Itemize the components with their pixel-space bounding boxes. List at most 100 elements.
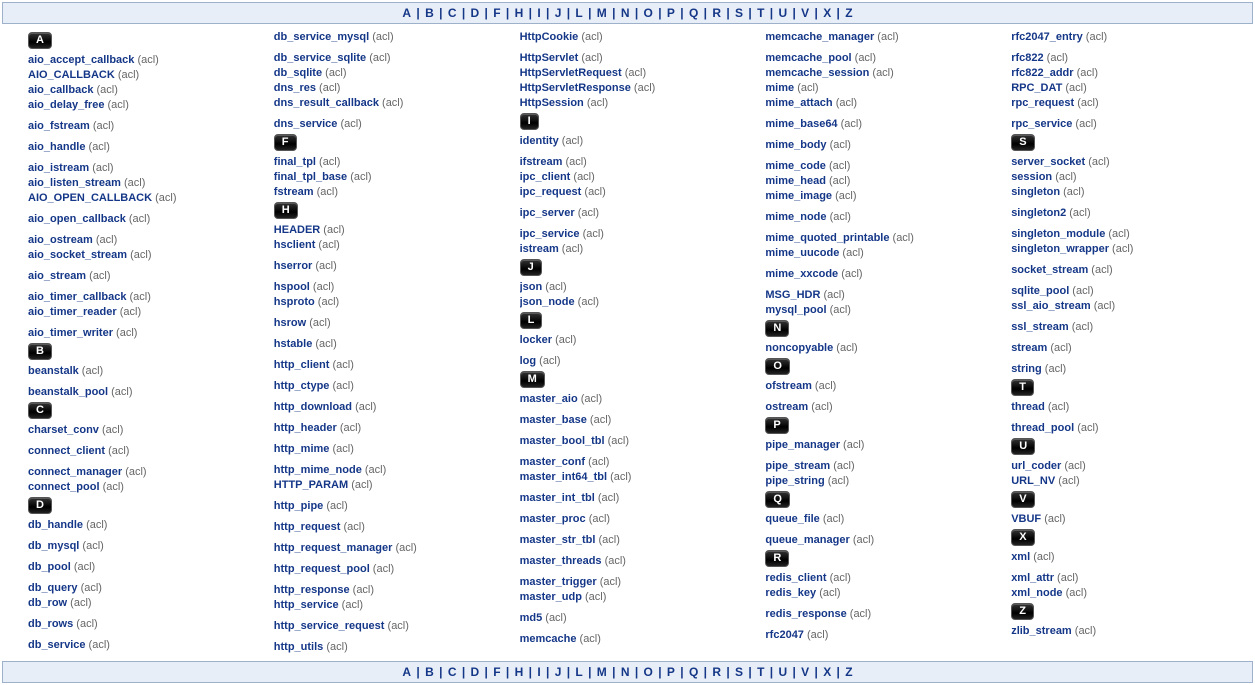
class-link[interactable]: log — [520, 355, 537, 367]
class-link[interactable]: xml_node — [1011, 587, 1062, 599]
class-link[interactable]: memcache_manager — [765, 31, 874, 43]
nav-letter-b[interactable]: B — [425, 6, 434, 20]
class-link[interactable]: connect_client — [28, 445, 105, 457]
class-link[interactable]: json_node — [520, 296, 575, 308]
class-link[interactable]: db_service — [28, 639, 85, 651]
class-link[interactable]: istream — [520, 243, 559, 255]
nav-letter-h[interactable]: H — [515, 6, 524, 20]
class-link[interactable]: dns_res — [274, 82, 316, 94]
nav-letter-o[interactable]: O — [644, 6, 653, 20]
class-link[interactable]: master_threads — [520, 555, 602, 567]
class-link[interactable]: queue_file — [765, 513, 819, 525]
class-link[interactable]: RPC_DAT — [1011, 82, 1062, 94]
nav-letter-r[interactable]: R — [712, 665, 721, 679]
class-link[interactable]: ipc_server — [520, 207, 575, 219]
class-link[interactable]: mime_body — [765, 139, 826, 151]
class-link[interactable]: master_proc — [520, 513, 586, 525]
class-link[interactable]: hsclient — [274, 239, 316, 251]
class-link[interactable]: http_ctype — [274, 380, 330, 392]
nav-letter-u[interactable]: U — [778, 665, 787, 679]
class-link[interactable]: singleton — [1011, 186, 1060, 198]
class-link[interactable]: MSG_HDR — [765, 289, 820, 301]
class-link[interactable]: memcache_pool — [765, 52, 851, 64]
class-link[interactable]: HttpCookie — [520, 31, 579, 43]
class-link[interactable]: HttpServletResponse — [520, 82, 631, 94]
class-link[interactable]: singleton2 — [1011, 207, 1066, 219]
class-link[interactable]: noncopyable — [765, 342, 833, 354]
class-link[interactable]: ipc_client — [520, 171, 571, 183]
class-link[interactable]: HTTP_PARAM — [274, 479, 348, 491]
class-link[interactable]: VBUF — [1011, 513, 1041, 525]
nav-letter-f[interactable]: F — [493, 665, 500, 679]
class-link[interactable]: aio_ostream — [28, 234, 93, 246]
class-link[interactable]: mime_base64 — [765, 118, 837, 130]
class-link[interactable]: server_socket — [1011, 156, 1085, 168]
class-link[interactable]: session — [1011, 171, 1052, 183]
class-link[interactable]: http_pipe — [274, 500, 324, 512]
class-link[interactable]: aio_timer_writer — [28, 327, 113, 339]
class-link[interactable]: db_rows — [28, 618, 73, 630]
class-link[interactable]: beanstalk — [28, 365, 79, 377]
nav-letter-c[interactable]: C — [448, 6, 457, 20]
class-link[interactable]: http_download — [274, 401, 352, 413]
nav-letter-a[interactable]: A — [402, 6, 411, 20]
class-link[interactable]: http_request_manager — [274, 542, 393, 554]
nav-letter-p[interactable]: P — [667, 6, 675, 20]
nav-letter-q[interactable]: Q — [689, 665, 698, 679]
class-link[interactable]: rfc822_addr — [1011, 67, 1073, 79]
class-link[interactable]: locker — [520, 334, 552, 346]
class-link[interactable]: master_aio — [520, 393, 578, 405]
class-link[interactable]: singleton_wrapper — [1011, 243, 1109, 255]
nav-letter-f[interactable]: F — [493, 6, 500, 20]
class-link[interactable]: db_row — [28, 597, 67, 609]
class-link[interactable]: http_mime — [274, 443, 330, 455]
nav-letter-u[interactable]: U — [778, 6, 787, 20]
class-link[interactable]: hsproto — [274, 296, 315, 308]
nav-letter-h[interactable]: H — [515, 665, 524, 679]
class-link[interactable]: xml_attr — [1011, 572, 1054, 584]
class-link[interactable]: aio_open_callback — [28, 213, 126, 225]
class-link[interactable]: mime_attach — [765, 97, 832, 109]
nav-letter-z[interactable]: Z — [845, 665, 852, 679]
class-link[interactable]: redis_response — [765, 608, 846, 620]
class-link[interactable]: queue_manager — [765, 534, 849, 546]
class-link[interactable]: master_int_tbl — [520, 492, 595, 504]
class-link[interactable]: http_request_pool — [274, 563, 370, 575]
class-link[interactable]: db_pool — [28, 561, 71, 573]
nav-letter-p[interactable]: P — [667, 665, 675, 679]
class-link[interactable]: aio_timer_callback — [28, 291, 126, 303]
class-link[interactable]: ifstream — [520, 156, 563, 168]
class-link[interactable]: stream — [1011, 342, 1047, 354]
nav-letter-s[interactable]: S — [735, 665, 743, 679]
class-link[interactable]: zlib_stream — [1011, 625, 1072, 637]
class-link[interactable]: hstable — [274, 338, 313, 350]
class-link[interactable]: aio_socket_stream — [28, 249, 127, 261]
class-link[interactable]: ipc_service — [520, 228, 580, 240]
class-link[interactable]: ostream — [765, 401, 808, 413]
class-link[interactable]: json — [520, 281, 543, 293]
nav-letter-m[interactable]: M — [597, 665, 607, 679]
nav-letter-b[interactable]: B — [425, 665, 434, 679]
class-link[interactable]: master_trigger — [520, 576, 597, 588]
class-link[interactable]: mysql_pool — [765, 304, 826, 316]
class-link[interactable]: AIO_CALLBACK — [28, 69, 115, 81]
nav-letter-c[interactable]: C — [448, 665, 457, 679]
class-link[interactable]: identity — [520, 135, 559, 147]
class-link[interactable]: master_udp — [520, 591, 582, 603]
class-link[interactable]: final_tpl_base — [274, 171, 347, 183]
class-link[interactable]: memcache — [520, 633, 577, 645]
class-link[interactable]: mime_uucode — [765, 247, 839, 259]
class-link[interactable]: master_conf — [520, 456, 585, 468]
nav-letter-s[interactable]: S — [735, 6, 743, 20]
class-link[interactable]: dns_service — [274, 118, 338, 130]
class-link[interactable]: xml — [1011, 551, 1030, 563]
nav-letter-o[interactable]: O — [644, 665, 653, 679]
nav-letter-q[interactable]: Q — [689, 6, 698, 20]
class-link[interactable]: HEADER — [274, 224, 320, 236]
class-link[interactable]: url_coder — [1011, 460, 1061, 472]
class-link[interactable]: URL_NV — [1011, 475, 1055, 487]
nav-letter-i[interactable]: I — [537, 665, 540, 679]
class-link[interactable]: fstream — [274, 186, 314, 198]
class-link[interactable]: aio_listen_stream — [28, 177, 121, 189]
class-link[interactable]: mime_code — [765, 160, 826, 172]
